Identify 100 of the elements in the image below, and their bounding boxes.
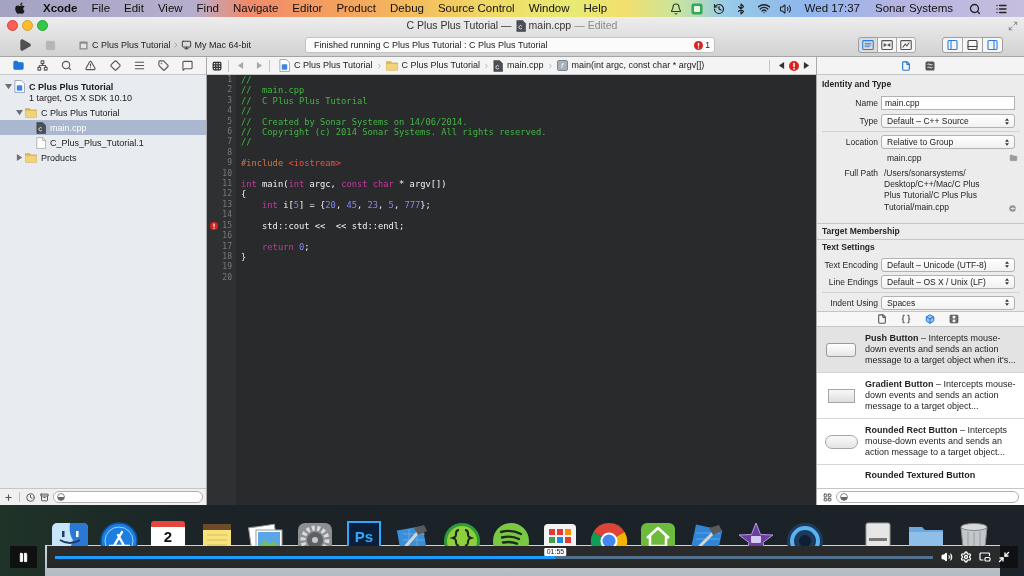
smiling-face-icon[interactable] xyxy=(50,521,90,546)
menu-item[interactable]: Editor xyxy=(292,0,323,18)
star-icon[interactable] xyxy=(736,521,776,546)
list-icon[interactable] xyxy=(995,2,1008,15)
breadcrumb[interactable]: main.cpp xyxy=(493,58,544,73)
menu-item[interactable]: Source Control xyxy=(437,0,515,18)
bottom-panel-icon xyxy=(966,39,979,52)
gear-tile-icon[interactable] xyxy=(295,521,335,546)
close-button[interactable] xyxy=(7,20,18,32)
progress-track[interactable] xyxy=(55,555,933,559)
warning-icon[interactable] xyxy=(85,60,97,71)
destination-selector[interactable]: My Mac 64-bit xyxy=(180,38,252,52)
line-number: 5 xyxy=(227,116,232,127)
popup-button[interactable]: Default – OS X / Unix (LF) xyxy=(881,274,1015,289)
previous-triangle-icon[interactable] xyxy=(778,62,785,69)
menu-item[interactable]: Xcode xyxy=(43,0,78,18)
rounded-square-icon[interactable] xyxy=(690,2,703,15)
zoom-button[interactable] xyxy=(37,20,48,32)
disclosure-triangle-icon[interactable] xyxy=(16,109,23,116)
source-file-icon xyxy=(36,121,46,134)
calendar-icon[interactable]: 2 xyxy=(151,521,185,546)
file-icon[interactable] xyxy=(877,314,887,324)
exit-fullscreen-icon[interactable] xyxy=(998,551,1010,563)
search-icon[interactable] xyxy=(969,2,981,15)
panel-toggle-button[interactable] xyxy=(982,37,1003,54)
breadcrumb[interactable]: C Plus Plus Tutorial xyxy=(385,58,481,73)
letter-tile-icon[interactable]: Ps xyxy=(347,521,381,546)
diamond-icon[interactable] xyxy=(109,60,121,71)
filter-field[interactable] xyxy=(836,491,1019,503)
name-field[interactable]: main.cpp xyxy=(881,96,1015,110)
next-triangle-icon[interactable] xyxy=(803,62,810,69)
lines-icon[interactable] xyxy=(133,60,145,71)
window-title: main.cpp xyxy=(528,17,572,33)
menu-item[interactable]: View xyxy=(157,0,183,18)
grid-icon[interactable] xyxy=(212,60,222,71)
scheme-selector[interactable]: C Plus Plus Tutorial xyxy=(79,38,171,52)
play-icon[interactable] xyxy=(18,38,32,53)
popup-button[interactable]: Spaces xyxy=(881,295,1015,310)
grid-icon[interactable] xyxy=(823,492,832,502)
clock-icon[interactable] xyxy=(26,492,35,502)
code-line: int i[5] = {20, 45, 23, 5, 777}; xyxy=(262,199,431,211)
menu-item[interactable]: Navigate xyxy=(232,0,279,18)
editor-mode-button[interactable] xyxy=(858,37,878,54)
menu-clock[interactable]: Wed 17:37 xyxy=(804,0,860,18)
popup-button[interactable]: Relative to Group xyxy=(881,135,1015,149)
speech-bubble-icon[interactable] xyxy=(182,60,193,71)
search-icon[interactable] xyxy=(61,60,73,71)
editor-mode-button[interactable] xyxy=(896,37,916,54)
house-tile-icon[interactable] xyxy=(638,521,678,546)
disclosure-triangle-icon[interactable] xyxy=(5,83,12,90)
user-name[interactable]: Sonar Systems xyxy=(875,0,953,18)
right-panel-icon xyxy=(986,39,999,52)
pause-button[interactable] xyxy=(10,546,37,568)
folder-icon[interactable] xyxy=(13,60,24,71)
clock-arrow-icon[interactable] xyxy=(712,2,725,15)
apple-icon[interactable] xyxy=(14,2,26,15)
file-tree-row[interactable]: C Plus Plus Tutorial xyxy=(0,105,206,120)
line-number: 8 xyxy=(227,147,232,158)
breadcrumb[interactable]: f main(int argc, const char * argv[]) xyxy=(556,58,705,73)
file-tree-row[interactable]: C_Plus_Plus_Tutorial.1 xyxy=(0,135,206,150)
tray-icon[interactable] xyxy=(40,492,49,502)
tag-icon[interactable] xyxy=(157,60,169,71)
file-tree-row[interactable]: C Plus Plus Tutorial 1 target, OS X SDK 10.10 xyxy=(0,79,206,105)
miniplayer-icon[interactable] xyxy=(979,551,991,563)
plus-icon[interactable] xyxy=(4,492,13,502)
braces-icon[interactable] xyxy=(901,314,911,324)
file-icon[interactable] xyxy=(901,60,911,71)
section-header: Text Settings xyxy=(821,240,876,253)
up-down-arrows-icon xyxy=(1005,278,1009,286)
menu-item[interactable]: Help xyxy=(583,0,608,18)
expand-arrows-icon[interactable] xyxy=(1008,20,1018,31)
menu-item[interactable]: Debug xyxy=(390,0,424,18)
volume-icon[interactable] xyxy=(778,2,792,15)
film-icon[interactable] xyxy=(949,314,959,324)
menu-item[interactable]: Window xyxy=(528,0,570,18)
volume-icon[interactable] xyxy=(941,551,953,563)
breadcrumb[interactable]: C Plus Plus Tutorial xyxy=(279,58,373,73)
bell-icon[interactable] xyxy=(669,2,682,15)
menu-item[interactable]: File xyxy=(91,0,111,18)
popup-button[interactable]: Default – C++ Source xyxy=(881,114,1015,128)
code-line: // main.cpp xyxy=(241,85,305,96)
issue-count[interactable]: 1 xyxy=(705,38,710,52)
menu-item[interactable]: Find xyxy=(196,0,219,18)
arrow-circle-icon[interactable] xyxy=(1008,203,1017,213)
file-tree-row[interactable]: Products xyxy=(0,150,206,165)
panel-toggle-button[interactable] xyxy=(962,37,983,54)
settings-icon[interactable] xyxy=(960,551,972,563)
source-file-icon xyxy=(515,19,526,32)
lined-square-icon[interactable] xyxy=(925,60,935,71)
editor-mode-button[interactable] xyxy=(877,37,897,54)
hierarchy-icon[interactable] xyxy=(37,60,49,71)
filter-field[interactable] xyxy=(53,491,203,503)
disclosure-triangle-icon[interactable] xyxy=(16,154,23,161)
menu-item[interactable]: Product xyxy=(336,0,377,18)
panel-toggle-button[interactable] xyxy=(942,37,963,54)
library-item[interactable]: Push Button – Intercepts mouse-down events and sends an action message to a target object when it's... xyxy=(817,327,1024,373)
popup-button[interactable]: Default – Unicode (UTF-8) xyxy=(881,257,1015,272)
menu-item[interactable]: Edit xyxy=(124,0,144,18)
wifi-icon[interactable] xyxy=(756,2,771,15)
cube-icon[interactable] xyxy=(925,314,935,324)
